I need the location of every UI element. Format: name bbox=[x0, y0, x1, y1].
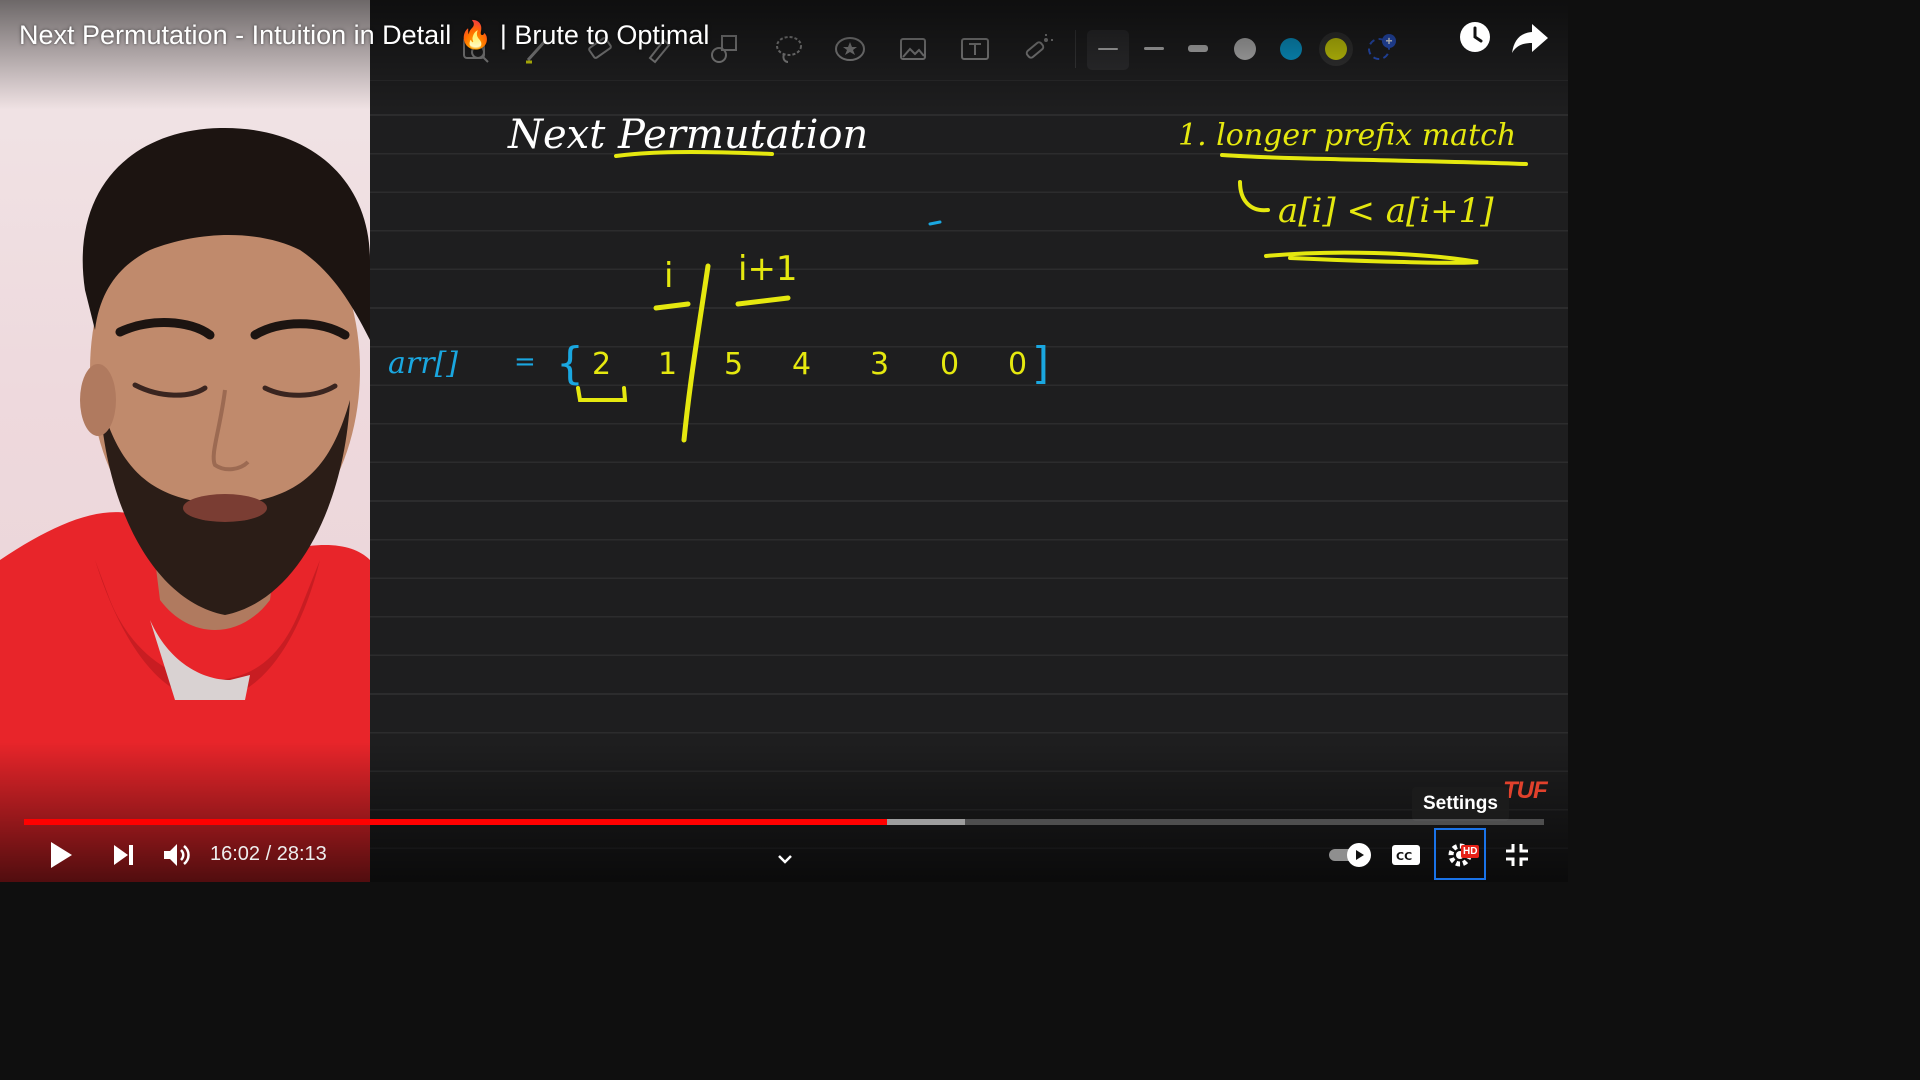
captions-button[interactable]: CC bbox=[1388, 836, 1424, 874]
autoplay-toggle[interactable] bbox=[1326, 836, 1374, 874]
condition-underline bbox=[1264, 250, 1479, 265]
next-button[interactable] bbox=[106, 836, 140, 874]
time-current: 16:02 bbox=[210, 843, 261, 865]
array-value-4: 3 bbox=[870, 347, 889, 382]
tuf-watermark: TUF bbox=[1503, 777, 1548, 804]
first-element-bracket bbox=[576, 386, 628, 402]
array-open-bracket: { bbox=[556, 338, 584, 389]
captions-icon: CC bbox=[1392, 845, 1420, 865]
time-display: 16:02 / 28:13 bbox=[210, 843, 327, 866]
watch-later-icon[interactable] bbox=[1456, 18, 1494, 56]
time-separator: / bbox=[260, 843, 277, 865]
volume-button[interactable] bbox=[160, 836, 194, 874]
video-title[interactable]: Next Permutation - Intuition in Detail 🔥… bbox=[19, 19, 709, 51]
chevron-down-icon bbox=[778, 855, 792, 864]
skip-next-icon bbox=[114, 845, 133, 865]
time-total: 28:13 bbox=[276, 843, 327, 865]
exit-fullscreen-icon bbox=[1506, 844, 1528, 866]
array-close-bracket: ] bbox=[1032, 338, 1049, 389]
array-name: arr[] bbox=[388, 346, 458, 381]
label-i-plus-1: i+1 bbox=[738, 249, 798, 289]
exit-fullscreen-button[interactable] bbox=[1500, 836, 1534, 874]
label-i: i bbox=[664, 256, 673, 296]
play-icon bbox=[51, 842, 72, 868]
note-underline bbox=[1220, 153, 1528, 166]
svg-text:CC: CC bbox=[1396, 850, 1412, 863]
array-value-6: 0 bbox=[1008, 347, 1027, 382]
array-value-0: 2 bbox=[592, 347, 611, 382]
settings-tooltip: Settings bbox=[1412, 787, 1509, 821]
volume-icon bbox=[164, 844, 190, 866]
array-value-1: 1 bbox=[658, 347, 677, 382]
split-line bbox=[681, 263, 711, 443]
note-arrow bbox=[1238, 180, 1270, 213]
stray-mark bbox=[928, 220, 942, 226]
autoplay-toggle-icon bbox=[1329, 843, 1371, 867]
note-condition-text: a[i] < a[i+1] bbox=[1278, 191, 1494, 231]
label-i-underline bbox=[653, 301, 691, 311]
array-values: 2 1 5 4 3 0 0 bbox=[592, 347, 1027, 382]
label-i-plus-1-underline bbox=[735, 295, 791, 307]
array-value-3: 4 bbox=[792, 347, 811, 382]
share-icon[interactable] bbox=[1510, 20, 1550, 56]
collapse-chapters-button[interactable] bbox=[772, 840, 798, 878]
hd-badge: HD bbox=[1461, 845, 1480, 858]
note-point-text: 1. longer prefix match bbox=[1178, 118, 1516, 153]
progress-bar[interactable] bbox=[24, 819, 1544, 825]
array-value-5: 0 bbox=[940, 347, 959, 382]
progress-played bbox=[24, 819, 888, 825]
array-equals: = bbox=[514, 347, 536, 377]
array-value-2: 5 bbox=[724, 347, 743, 382]
play-button[interactable] bbox=[44, 836, 78, 874]
